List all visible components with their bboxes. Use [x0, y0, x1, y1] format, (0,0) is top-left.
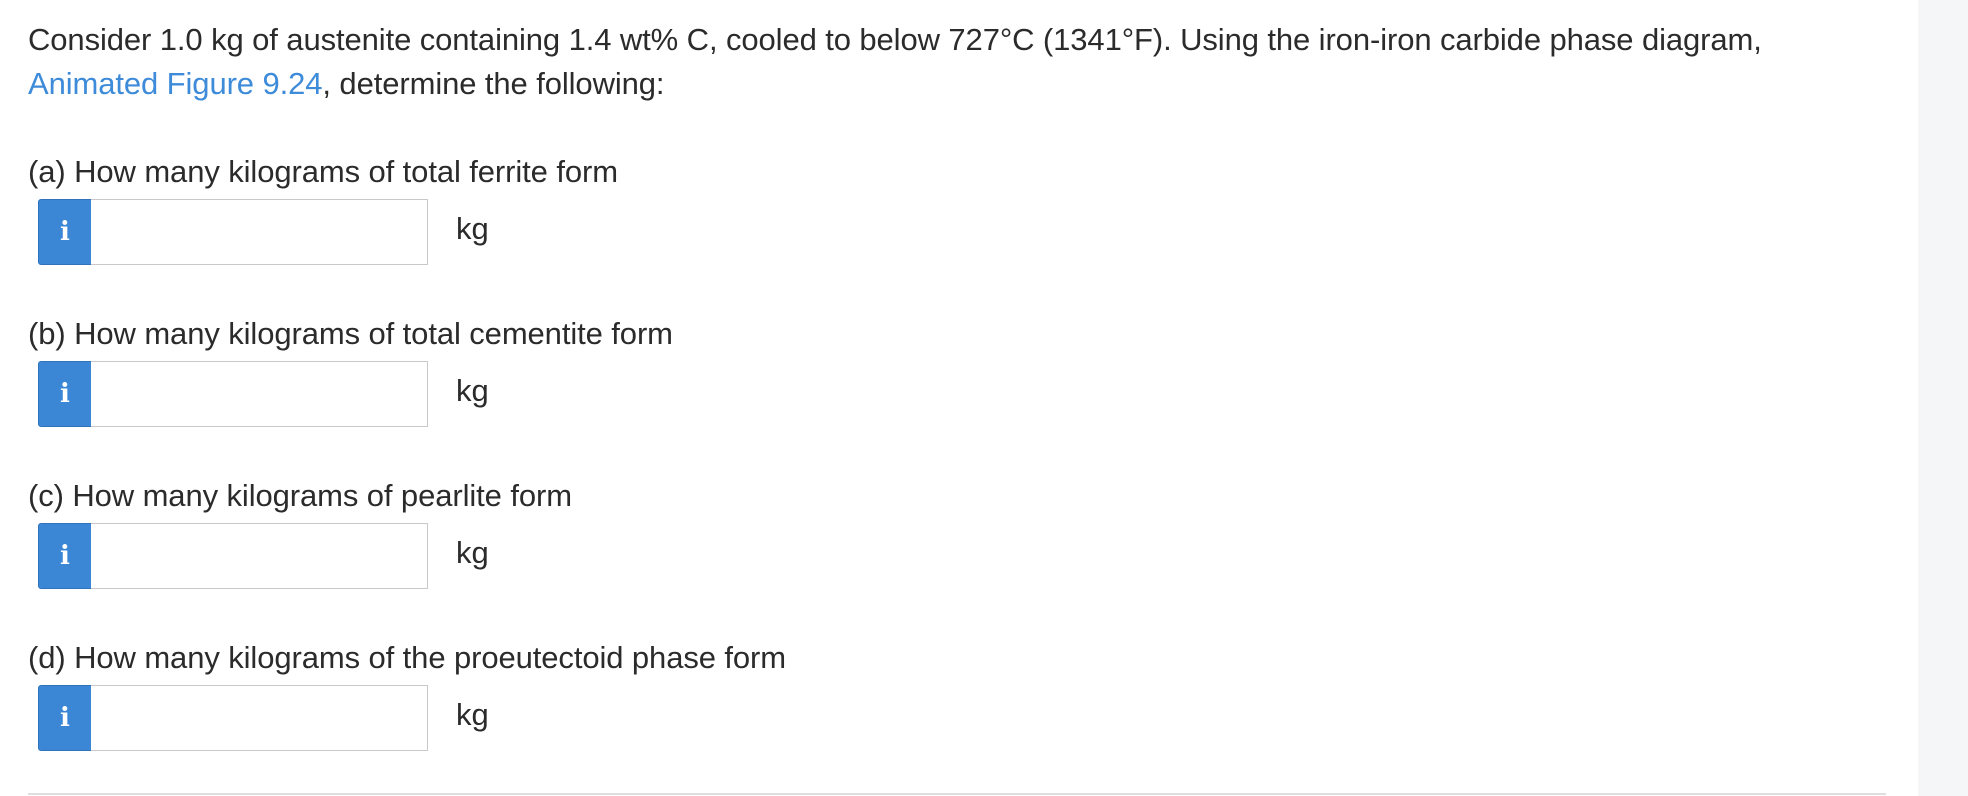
question-a-label: (a) How many kilograms of total ferrite … — [28, 154, 618, 189]
question-d: (d) How many kilograms of the proeutecto… — [28, 636, 1228, 751]
answer-row-b: i kg — [38, 361, 1228, 427]
unit-label-d: kg — [456, 697, 489, 732]
info-icon[interactable]: i — [38, 685, 92, 751]
section-divider — [28, 793, 1886, 795]
problem-text: Consider 1.0 kg of austenite containing … — [28, 22, 1762, 57]
info-icon[interactable]: i — [38, 199, 92, 265]
question-c-label: (c) How many kilograms of pearlite form — [28, 478, 572, 513]
answer-input-d[interactable] — [91, 685, 428, 751]
answer-input-a[interactable] — [91, 199, 428, 265]
unit-label-b: kg — [456, 373, 489, 408]
question-b: (b) How many kilograms of total cementit… — [28, 312, 1228, 427]
question-a: (a) How many kilograms of total ferrite … — [28, 150, 1228, 265]
info-icon[interactable]: i — [38, 361, 92, 427]
question-content: Consider 1.0 kg of austenite containing … — [28, 0, 1908, 751]
answer-row-a: i kg — [38, 199, 1228, 265]
problem-text-end: , determine the following: — [322, 66, 665, 101]
unit-label-a: kg — [456, 211, 489, 246]
info-icon[interactable]: i — [38, 523, 92, 589]
question-d-label: (d) How many kilograms of the proeutecto… — [28, 640, 786, 675]
answer-row-c: i kg — [38, 523, 1228, 589]
unit-label-c: kg — [456, 535, 489, 570]
question-b-label: (b) How many kilograms of total cementit… — [28, 316, 673, 351]
question-c: (c) How many kilograms of pearlite form … — [28, 474, 1228, 589]
figure-link[interactable]: Animated Figure 9.24 — [28, 66, 323, 101]
right-rail — [1918, 0, 1968, 796]
problem-statement: Consider 1.0 kg of austenite containing … — [28, 0, 1908, 106]
answer-input-b[interactable] — [91, 361, 428, 427]
answer-input-c[interactable] — [91, 523, 428, 589]
answer-row-d: i kg — [38, 685, 1228, 751]
